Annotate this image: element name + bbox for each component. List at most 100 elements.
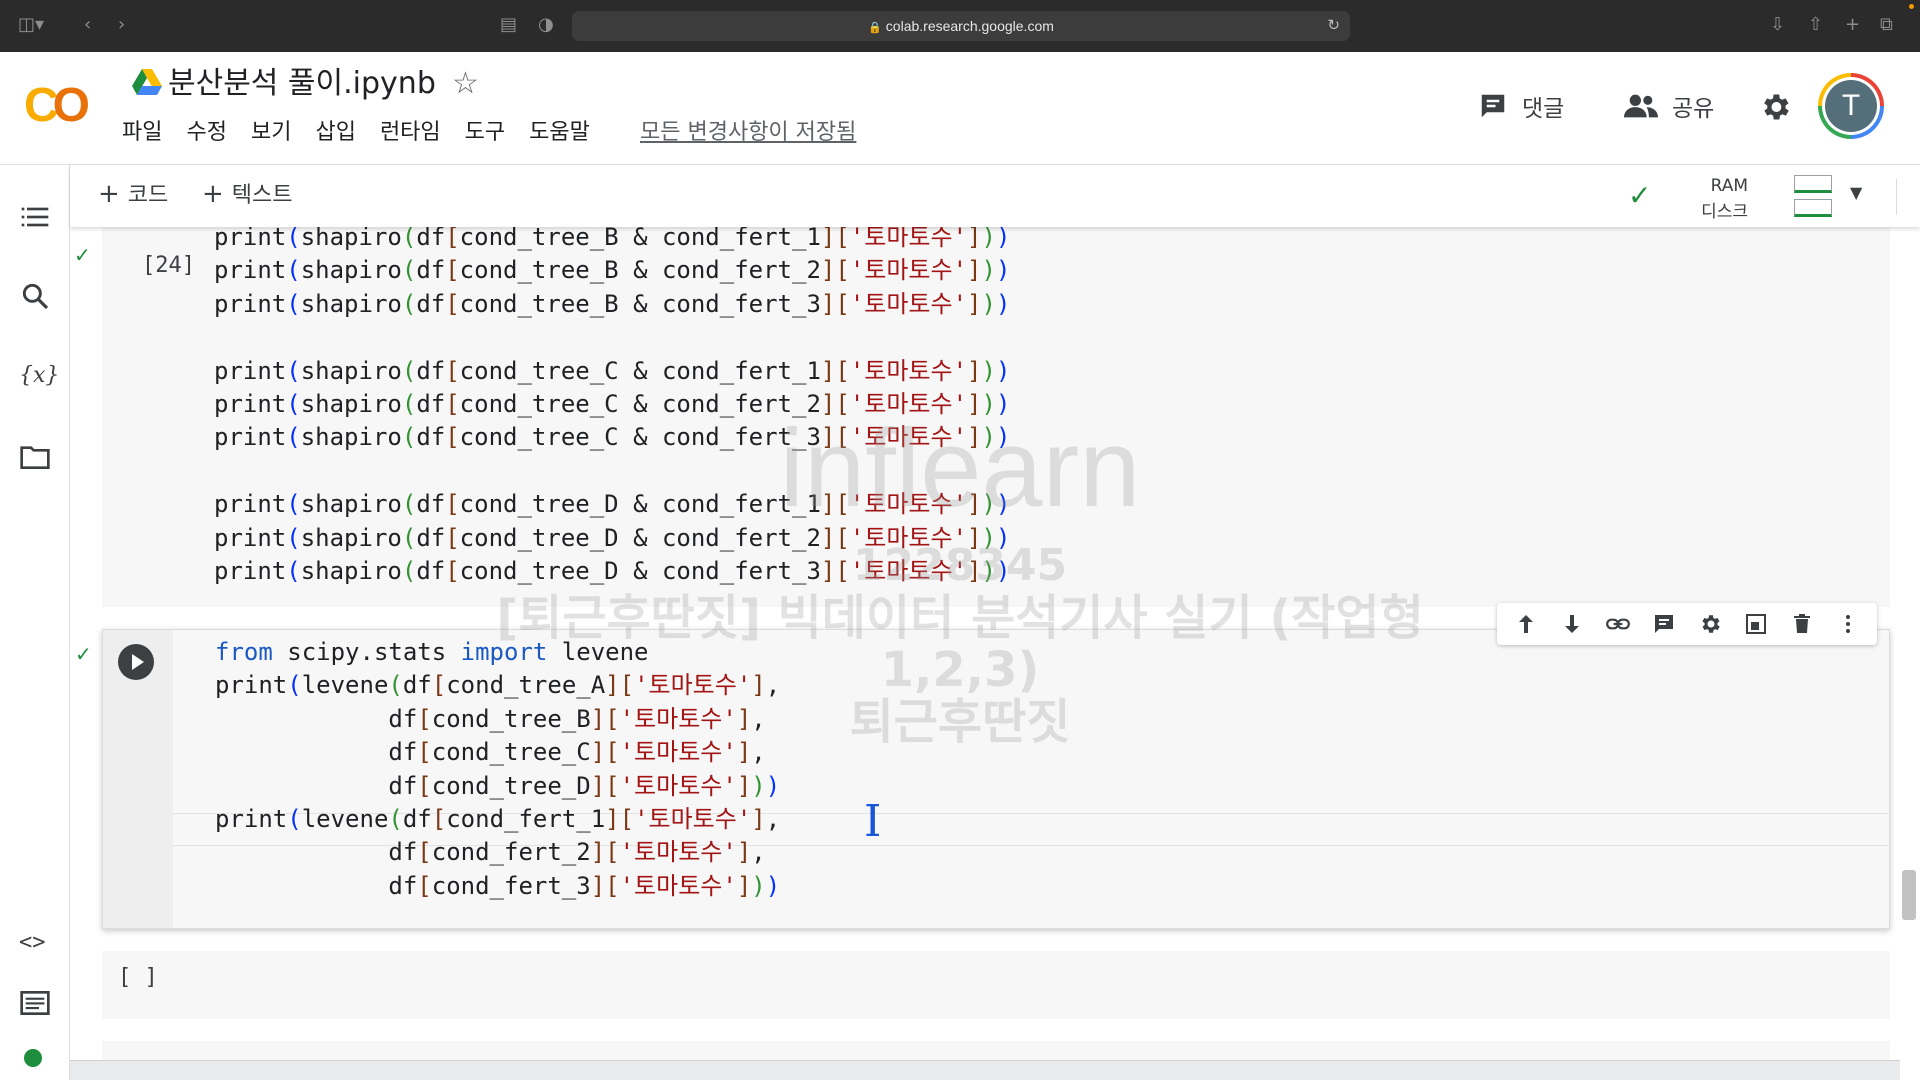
- gear-icon[interactable]: [1758, 90, 1792, 124]
- add-code-button[interactable]: + 코드: [98, 179, 168, 211]
- code-editor[interactable]: from scipy.stats import levene print(leve…: [215, 636, 780, 903]
- more-vert-icon[interactable]: [1832, 608, 1864, 640]
- share-label: 공유: [1672, 96, 1715, 122]
- code-line: print(levene(df[cond_tree_A]['토마토수'],: [215, 671, 781, 700]
- star-icon[interactable]: ☆: [452, 66, 479, 102]
- gear-icon[interactable]: [1694, 608, 1726, 640]
- address-bar[interactable]: 🔒 colab.research.google.com ↻: [572, 11, 1350, 41]
- avatar[interactable]: T: [1818, 73, 1884, 139]
- comment-icon[interactable]: [1648, 608, 1680, 640]
- toc-icon[interactable]: [19, 201, 51, 233]
- avatar-initial: T: [1825, 80, 1877, 132]
- code-line: df[cond_fert_3]['토마토수'])): [388, 871, 781, 900]
- notebook-title[interactable]: 분산분석 풀이.ipynb: [168, 64, 436, 104]
- reload-icon[interactable]: ↻: [1327, 11, 1340, 41]
- colab-header: CO 분산분석 풀이.ipynb ☆ 파일 수정 보기 삽입 런타임 도구 도움…: [0, 52, 1920, 165]
- drive-icon[interactable]: [132, 69, 162, 95]
- code-cell-active[interactable]: ✓ from scipy.stats import levene print(le…: [75, 629, 1890, 929]
- url-text: colab.research.google.com: [885, 18, 1054, 34]
- code-line: print(shapiro(df[cond_tree_D & cond_fert…: [214, 490, 1011, 519]
- forward-icon[interactable]: ›: [118, 14, 125, 36]
- code-line: print(shapiro(df[cond_tree_B & cond_fert…: [214, 256, 1011, 285]
- add-text-button[interactable]: + 텍스트: [202, 179, 293, 211]
- code-line: df[cond_fert_2]['토마토수'],: [388, 838, 766, 867]
- shield-icon[interactable]: ◑: [538, 14, 554, 36]
- exec-count: [ ]: [118, 965, 158, 990]
- text-cursor-icon: I: [864, 796, 882, 847]
- code-line: df[cond_tree_D]['토마토수'])): [388, 771, 781, 800]
- download-icon[interactable]: ⇩: [1770, 14, 1785, 36]
- browser-toolbar: ◫▾ ‹ › ▤ ◑ 🔒 colab.research.google.com ↻ …: [0, 0, 1920, 52]
- comments-label: 댓글: [1522, 96, 1565, 122]
- lock-icon: 🔒: [868, 22, 882, 34]
- code-cell-empty[interactable]: [ ]: [102, 951, 1890, 1019]
- terminal-icon[interactable]: [19, 987, 51, 1019]
- disk-usage-bar: [1794, 199, 1832, 217]
- link-icon[interactable]: [1602, 608, 1634, 640]
- folder-icon[interactable]: [19, 441, 51, 473]
- vertical-scrollbar[interactable]: [1902, 870, 1916, 920]
- variables-icon[interactable]: {x}: [19, 360, 59, 392]
- code-line: print(shapiro(df[cond_tree_D & cond_fert…: [214, 523, 1011, 552]
- add-code-label: 코드: [127, 183, 169, 208]
- code-line: print(shapiro(df[cond_tree_B & cond_fert…: [214, 289, 1011, 318]
- code-line: print(shapiro(df[cond_tree_C & cond_fert…: [214, 356, 1011, 385]
- menu-edit[interactable]: 수정: [186, 118, 226, 148]
- chevron-down-icon[interactable]: ▼: [1850, 183, 1862, 202]
- trash-icon[interactable]: [1786, 608, 1818, 640]
- menu-view[interactable]: 보기: [251, 118, 291, 148]
- code-cell-24[interactable]: ✓ [24] print(shapiro(df[cond_tree_B & co…: [74, 227, 1890, 607]
- menu-bar: 파일 수정 보기 삽입 런타임 도구 도움말: [122, 118, 614, 148]
- search-icon[interactable]: [19, 280, 51, 312]
- left-sidebar: {x} <>: [0, 165, 70, 1080]
- tabs-icon[interactable]: ⧉: [1880, 14, 1893, 36]
- code-line: print(shapiro(df[cond_tree_D & cond_fert…: [214, 556, 1011, 585]
- code-snippets-icon[interactable]: <>: [19, 927, 51, 959]
- ram-usage-bar: [1794, 175, 1832, 193]
- comments-button[interactable]: 댓글: [1478, 88, 1564, 124]
- exec-success-icon: ✓: [74, 243, 91, 267]
- sidebar-toggle-icon[interactable]: ◫▾: [18, 14, 44, 36]
- notebook-toolbar: +코드 +텍스트 ✓ RAM 디스크 ▼ ⌃: [70, 165, 1920, 227]
- save-status-link[interactable]: 모든 변경사항이 저장됨: [640, 118, 856, 148]
- back-icon[interactable]: ‹: [84, 14, 91, 36]
- colab-logo[interactable]: CO: [24, 82, 90, 130]
- arrow-down-icon[interactable]: [1556, 608, 1588, 640]
- menu-insert[interactable]: 삽입: [315, 118, 355, 148]
- share-sheet-icon[interactable]: ⇧: [1808, 14, 1823, 36]
- code-line: from scipy.stats import levene: [215, 638, 649, 666]
- menu-tools[interactable]: 도구: [465, 118, 505, 148]
- code-line: print(shapiro(df[cond_tree_B & cond_fert…: [214, 227, 1011, 251]
- menu-help[interactable]: 도움말: [529, 118, 590, 148]
- run-gutter: [103, 630, 173, 928]
- notebook-area: ✓ [24] print(shapiro(df[cond_tree_B & co…: [70, 227, 1920, 1080]
- code-line: df[cond_tree_B]['토마토수'],: [388, 704, 766, 733]
- extension-icon[interactable]: ▤: [500, 14, 517, 36]
- comment-icon: [1481, 94, 1505, 118]
- run-icon[interactable]: [118, 644, 154, 680]
- resource-labels[interactable]: RAM 디스크: [1664, 173, 1748, 225]
- add-text-label: 텍스트: [231, 183, 293, 208]
- disk-label: 디스크: [1701, 202, 1748, 222]
- connected-check-icon: ✓: [1628, 179, 1652, 212]
- code-line: print(shapiro(df[cond_tree_C & cond_fert…: [214, 423, 1011, 452]
- people-icon: [1624, 94, 1658, 118]
- code-line: print(shapiro(df[cond_tree_C & cond_fert…: [214, 389, 1011, 418]
- cell-toolbar: [1497, 603, 1877, 645]
- share-button[interactable]: 공유: [1624, 88, 1714, 124]
- menu-file[interactable]: 파일: [122, 118, 162, 148]
- plus-icon: +: [98, 179, 120, 209]
- mirror-cell-icon[interactable]: [1740, 608, 1772, 640]
- runtime-status-dot[interactable]: [24, 1049, 42, 1067]
- arrow-up-icon[interactable]: [1510, 608, 1542, 640]
- exec-success-icon: ✓: [75, 642, 92, 666]
- notification-dot: [1909, 4, 1914, 9]
- new-tab-icon[interactable]: +: [1845, 14, 1860, 36]
- horizontal-scrollbar[interactable]: [70, 1060, 1900, 1080]
- code-editor[interactable]: print(shapiro(df[cond_tree_B & cond_fert…: [214, 227, 1010, 588]
- menu-runtime[interactable]: 런타임: [380, 118, 441, 148]
- code-line: df[cond_tree_C]['토마토수'],: [388, 738, 766, 767]
- code-line: print(levene(df[cond_fert_1]['토마토수'],: [215, 804, 781, 833]
